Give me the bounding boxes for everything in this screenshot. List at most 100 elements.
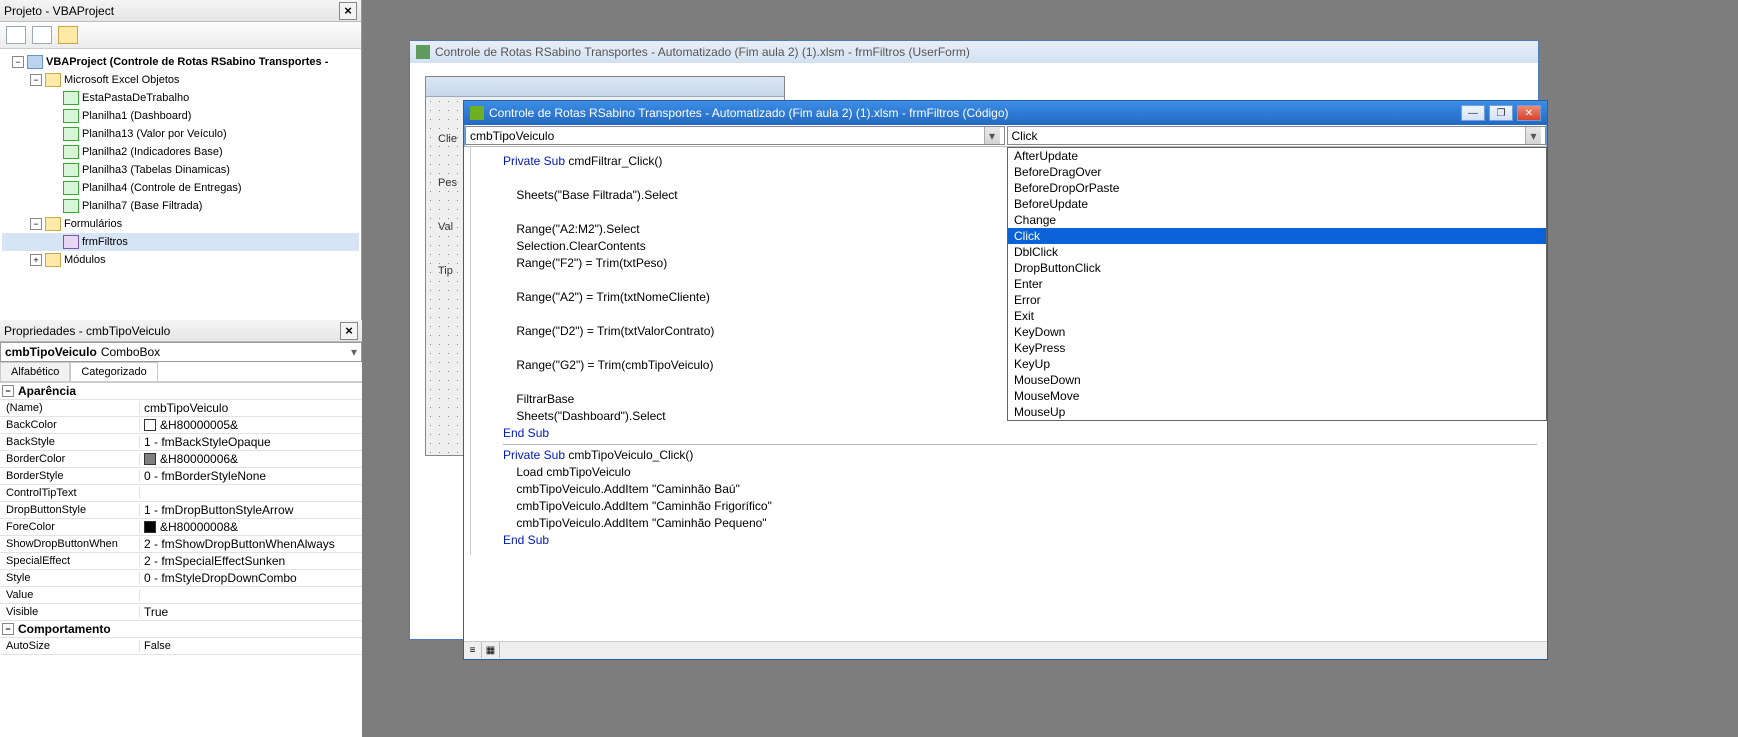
maximize-button[interactable]: ❐ bbox=[1489, 105, 1513, 121]
property-row[interactable]: SpecialEffect2 - fmSpecialEffectSunken bbox=[0, 553, 362, 570]
tree-item[interactable]: Planilha13 (Valor por Veículo) bbox=[2, 125, 359, 143]
dropdown-item[interactable]: Exit bbox=[1008, 308, 1546, 324]
project-panel-header: Projeto - VBAProject × bbox=[0, 0, 361, 22]
property-row[interactable]: (Name)cmbTipoVeiculo bbox=[0, 400, 362, 417]
property-row[interactable]: AutoSizeFalse bbox=[0, 638, 362, 655]
dropdown-item[interactable]: KeyDown bbox=[1008, 324, 1546, 340]
code-combo-bar: cmbTipoVeiculo ▾ Click ▾ bbox=[464, 125, 1547, 147]
dropdown-item[interactable]: MouseMove bbox=[1008, 388, 1546, 404]
tree-item[interactable]: EstaPastaDeTrabalho bbox=[2, 89, 359, 107]
tree-item[interactable]: Planilha2 (Indicadores Base) bbox=[2, 143, 359, 161]
dropdown-item[interactable]: KeyPress bbox=[1008, 340, 1546, 356]
dropdown-item[interactable]: Change bbox=[1008, 212, 1546, 228]
expand-icon[interactable]: + bbox=[30, 254, 42, 266]
tab-alphabetic[interactable]: Alfabético bbox=[0, 362, 70, 381]
collapse-icon[interactable]: − bbox=[2, 623, 14, 635]
tree-item[interactable]: Planilha4 (Controle de Entregas) bbox=[2, 179, 359, 197]
property-value[interactable]: &H80000008& bbox=[140, 520, 362, 534]
dropdown-item[interactable]: BeforeDropOrPaste bbox=[1008, 180, 1546, 196]
object-combo[interactable]: cmbTipoVeiculo ▾ bbox=[465, 126, 1005, 145]
view-object-icon[interactable] bbox=[32, 26, 52, 44]
tree-folder-modules[interactable]: +Módulos bbox=[2, 251, 359, 269]
procedure-dropdown[interactable]: AfterUpdateBeforeDragOverBeforeDropOrPas… bbox=[1007, 147, 1547, 421]
collapse-icon[interactable]: − bbox=[12, 56, 24, 68]
property-value[interactable]: 0 - fmBorderStyleNone bbox=[140, 469, 362, 483]
property-value[interactable]: 2 - fmSpecialEffectSunken bbox=[140, 554, 362, 568]
sheet-icon bbox=[63, 109, 79, 123]
code-titlebar[interactable]: Controle de Rotas RSabino Transportes - … bbox=[464, 101, 1547, 125]
object-selector[interactable]: cmbTipoVeiculo ComboBox ▾ bbox=[0, 342, 362, 362]
property-row[interactable]: BackStyle1 - fmBackStyleOpaque bbox=[0, 434, 362, 451]
tree-item[interactable]: Planilha7 (Base Filtrada) bbox=[2, 197, 359, 215]
view-code-icon[interactable] bbox=[6, 26, 26, 44]
property-value[interactable]: &H80000005& bbox=[140, 418, 362, 432]
property-value[interactable]: 1 - fmBackStyleOpaque bbox=[140, 435, 362, 449]
dropdown-item[interactable]: AfterUpdate bbox=[1008, 148, 1546, 164]
properties-grid[interactable]: −Aparência (Name)cmbTipoVeiculoBackColor… bbox=[0, 382, 362, 692]
property-name: BorderStyle bbox=[0, 470, 140, 482]
dropdown-item[interactable]: MouseDown bbox=[1008, 372, 1546, 388]
procedure-combo-value: Click bbox=[1012, 129, 1038, 143]
tree-root[interactable]: −VBAProject (Controle de Rotas RSabino T… bbox=[2, 53, 359, 71]
folder-icon bbox=[45, 73, 61, 87]
sheet-icon bbox=[63, 163, 79, 177]
property-row[interactable]: DropButtonStyle1 - fmDropButtonStyleArro… bbox=[0, 502, 362, 519]
collapse-icon[interactable]: − bbox=[30, 218, 42, 230]
chevron-down-icon[interactable]: ▾ bbox=[984, 127, 1000, 144]
properties-tabs: Alfabético Categorizado bbox=[0, 362, 362, 382]
chevron-down-icon[interactable]: ▾ bbox=[1525, 127, 1541, 144]
property-value[interactable]: 1 - fmDropButtonStyleArrow bbox=[140, 503, 362, 517]
property-value[interactable]: True bbox=[140, 605, 362, 619]
project-icon bbox=[27, 55, 43, 69]
userform-titlebar[interactable]: Controle de Rotas RSabino Transportes - … bbox=[410, 41, 1538, 63]
tree-item[interactable]: Planilha1 (Dashboard) bbox=[2, 107, 359, 125]
dropdown-item[interactable]: Enter bbox=[1008, 276, 1546, 292]
property-row[interactable]: ControlTipText bbox=[0, 485, 362, 502]
dropdown-item[interactable]: DropButtonClick bbox=[1008, 260, 1546, 276]
dropdown-item[interactable]: Click bbox=[1008, 228, 1546, 244]
close-button[interactable]: ✕ bbox=[1517, 105, 1541, 121]
toggle-folders-icon[interactable] bbox=[58, 26, 78, 44]
userform-title: Controle de Rotas RSabino Transportes - … bbox=[435, 45, 970, 59]
property-row[interactable]: Value bbox=[0, 587, 362, 604]
close-icon[interactable]: × bbox=[340, 322, 358, 340]
dropdown-item[interactable]: MouseUp bbox=[1008, 404, 1546, 420]
property-value[interactable]: &H80000006& bbox=[140, 452, 362, 466]
object-combo-value: cmbTipoVeiculo bbox=[470, 129, 554, 143]
form-label: Val bbox=[438, 221, 453, 233]
property-row[interactable]: BorderStyle0 - fmBorderStyleNone bbox=[0, 468, 362, 485]
property-value[interactable]: cmbTipoVeiculo bbox=[140, 401, 362, 415]
category-appearance[interactable]: −Aparência bbox=[0, 383, 362, 400]
property-row[interactable]: ForeColor&H80000008& bbox=[0, 519, 362, 536]
property-value[interactable]: 0 - fmStyleDropDownCombo bbox=[140, 571, 362, 585]
tree-folder-excel-objects[interactable]: −Microsoft Excel Objetos bbox=[2, 71, 359, 89]
property-value[interactable]: 2 - fmShowDropButtonWhenAlways bbox=[140, 537, 362, 551]
tree-folder-forms[interactable]: −Formulários bbox=[2, 215, 359, 233]
dropdown-item[interactable]: Error bbox=[1008, 292, 1546, 308]
minimize-button[interactable]: — bbox=[1461, 105, 1485, 121]
code-window[interactable]: Controle de Rotas RSabino Transportes - … bbox=[463, 100, 1548, 660]
procedure-view-button[interactable]: ≡ bbox=[464, 642, 482, 658]
dropdown-item[interactable]: BeforeUpdate bbox=[1008, 196, 1546, 212]
tab-categorized[interactable]: Categorizado bbox=[70, 362, 157, 381]
category-behavior[interactable]: −Comportamento bbox=[0, 621, 362, 638]
property-name: DropButtonStyle bbox=[0, 504, 140, 516]
dropdown-item[interactable]: BeforeDragOver bbox=[1008, 164, 1546, 180]
tree-item[interactable]: Planilha3 (Tabelas Dinamicas) bbox=[2, 161, 359, 179]
property-row[interactable]: ShowDropButtonWhen2 - fmShowDropButtonWh… bbox=[0, 536, 362, 553]
property-row[interactable]: Style0 - fmStyleDropDownCombo bbox=[0, 570, 362, 587]
property-row[interactable]: BorderColor&H80000006& bbox=[0, 451, 362, 468]
mdi-client-area: Controle de Rotas RSabino Transportes - … bbox=[363, 0, 1738, 737]
tree-item-frmfiltros[interactable]: frmFiltros bbox=[2, 233, 359, 251]
dropdown-item[interactable]: KeyUp bbox=[1008, 356, 1546, 372]
collapse-icon[interactable]: − bbox=[30, 74, 42, 86]
property-row[interactable]: VisibleTrue bbox=[0, 604, 362, 621]
object-name: cmbTipoVeiculo bbox=[5, 345, 97, 359]
close-icon[interactable]: × bbox=[339, 2, 357, 20]
property-row[interactable]: BackColor&H80000005& bbox=[0, 417, 362, 434]
procedure-combo[interactable]: Click ▾ bbox=[1007, 126, 1547, 145]
dropdown-item[interactable]: DblClick bbox=[1008, 244, 1546, 260]
full-module-view-button[interactable]: ▦ bbox=[482, 642, 500, 658]
collapse-icon[interactable]: − bbox=[2, 385, 14, 397]
project-tree[interactable]: −VBAProject (Controle de Rotas RSabino T… bbox=[0, 49, 361, 324]
